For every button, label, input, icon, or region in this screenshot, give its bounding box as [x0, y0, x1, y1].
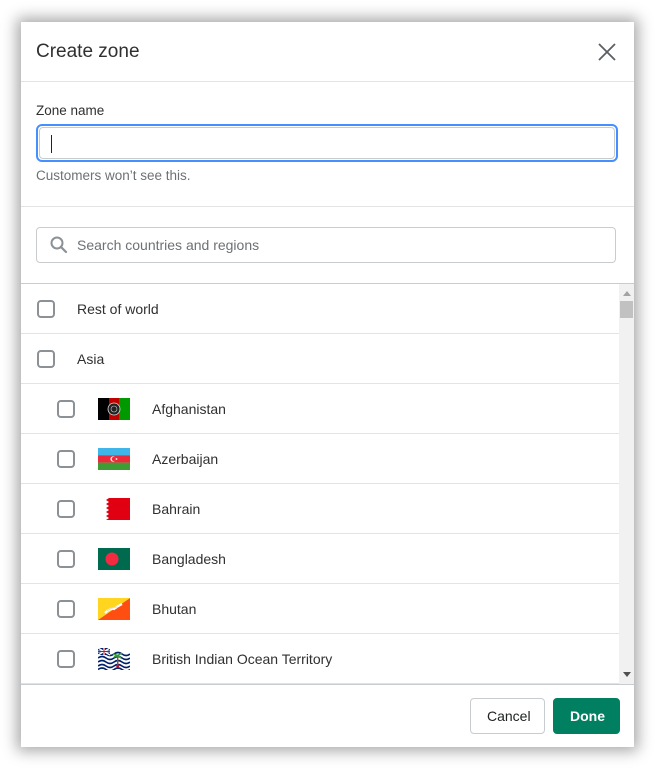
checkbox[interactable]	[57, 499, 75, 518]
cancel-button[interactable]: Cancel	[470, 698, 545, 734]
list-item-label: Azerbaijan	[152, 450, 219, 467]
list-item-rest-of-world[interactable]: Rest of world	[21, 284, 619, 334]
list-item-label: Rest of world	[77, 300, 159, 317]
checkbox[interactable]	[37, 299, 55, 318]
checkbox[interactable]	[57, 549, 75, 568]
list-item-label: British Indian Ocean Territory	[152, 650, 333, 667]
zone-name-field[interactable]	[36, 124, 618, 162]
afghanistan-flag-icon	[98, 397, 130, 420]
list-item-asia[interactable]: Asia	[21, 334, 619, 384]
checkbox[interactable]	[57, 449, 75, 468]
checkbox[interactable]	[57, 649, 75, 668]
scroll-down-arrow-icon[interactable]	[619, 667, 634, 682]
list-item-label: Bhutan	[152, 600, 197, 617]
list-item-bhutan[interactable]: Bhutan	[21, 584, 619, 634]
create-zone-modal: Create zone Zone name Customers won’t se…	[21, 22, 634, 747]
close-button[interactable]	[595, 40, 619, 64]
text-caret	[51, 135, 52, 153]
zone-name-input[interactable]	[40, 128, 614, 158]
list-item-label: Asia	[77, 350, 105, 367]
done-button[interactable]: Done	[553, 698, 620, 734]
checkbox[interactable]	[57, 399, 75, 418]
search-input[interactable]	[77, 237, 615, 253]
search-field[interactable]	[36, 227, 616, 263]
scroll-up-arrow-icon[interactable]	[619, 286, 634, 301]
list-item-british-indian-ocean-territory[interactable]: British Indian Ocean Territory	[21, 634, 619, 684]
list-item-azerbaijan[interactable]: Azerbaijan	[21, 434, 619, 484]
bahrain-flag-icon	[98, 497, 130, 520]
bangladesh-flag-icon	[98, 547, 130, 570]
modal-title: Create zone	[36, 40, 140, 62]
scrollbar-thumb[interactable]	[620, 301, 633, 318]
list-item-label: Bahrain	[152, 500, 201, 517]
list-item-label: Bangladesh	[152, 550, 226, 567]
zone-name-section: Zone name Customers won’t see this.	[21, 82, 634, 207]
list-item-label: Afghanistan	[152, 400, 226, 417]
search-section	[21, 207, 634, 284]
bhutan-flag-icon	[98, 597, 130, 620]
list-item-bangladesh[interactable]: Bangladesh	[21, 534, 619, 584]
zone-name-label: Zone name	[36, 103, 105, 118]
checkbox[interactable]	[57, 599, 75, 618]
modal-header: Create zone	[21, 22, 634, 82]
modal-footer: Cancel Done	[21, 685, 634, 747]
list-item-afghanistan[interactable]: Afghanistan	[21, 384, 619, 434]
azerbaijan-flag-icon	[98, 447, 130, 470]
search-icon	[50, 236, 68, 254]
british-indian-ocean-territory-flag-icon	[98, 647, 130, 670]
list-scrollbar[interactable]	[619, 284, 634, 684]
country-list: Rest of world Asia Afghanistan Azerbaija…	[21, 284, 634, 685]
checkbox[interactable]	[37, 349, 55, 368]
list-item-bahrain[interactable]: Bahrain	[21, 484, 619, 534]
close-icon	[598, 42, 616, 61]
zone-name-help-text: Customers won’t see this.	[36, 168, 191, 183]
